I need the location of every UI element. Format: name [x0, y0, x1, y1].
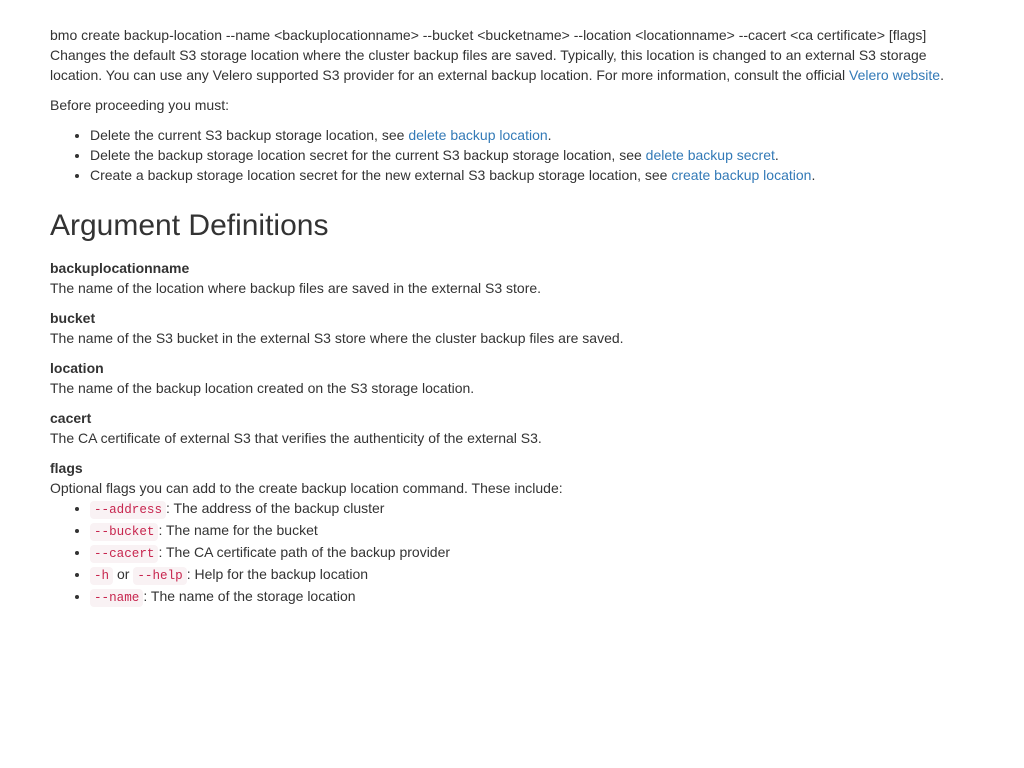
list-item: -h or --help: Help for the backup locati…: [90, 564, 974, 586]
flags-list: --address: The address of the backup clu…: [50, 498, 974, 608]
arg-term-cacert: cacert: [50, 408, 974, 428]
list-item: --cacert: The CA certificate path of the…: [90, 542, 974, 564]
arg-def-cacert: The CA certificate of external S3 that v…: [50, 428, 974, 448]
flag-code-address: --address: [90, 501, 166, 519]
arg-def-backuplocationname: The name of the location where backup fi…: [50, 278, 974, 298]
arg-term-flags: flags: [50, 458, 974, 478]
flag-code-help: --help: [133, 567, 186, 585]
delete-backup-location-link[interactable]: delete backup location: [408, 127, 547, 143]
desc-main: Changes the default S3 storage location …: [50, 47, 927, 83]
prereq-list: Delete the current S3 backup storage loc…: [50, 125, 974, 185]
flag-code-name: --name: [90, 589, 143, 607]
arg-term-bucket: bucket: [50, 308, 974, 328]
list-item: Delete the backup storage location secre…: [90, 145, 974, 165]
argument-definition-list: backuplocationname The name of the locat…: [50, 258, 974, 608]
period: .: [940, 67, 944, 83]
velero-website-link[interactable]: Velero website: [849, 67, 940, 83]
synopsis-line: bmo create backup-location --name <backu…: [50, 27, 926, 43]
arg-def-flags: Optional flags you can add to the create…: [50, 478, 974, 608]
list-item: --name: The name of the storage location: [90, 586, 974, 608]
list-item: Create a backup storage location secret …: [90, 165, 974, 185]
flag-code-bucket: --bucket: [90, 523, 158, 541]
arg-term-backuplocationname: backuplocationname: [50, 258, 974, 278]
arg-def-location: The name of the backup location created …: [50, 378, 974, 398]
list-item: --bucket: The name for the bucket: [90, 520, 974, 542]
delete-backup-secret-link[interactable]: delete backup secret: [646, 147, 775, 163]
arg-term-location: location: [50, 358, 974, 378]
before-proceed: Before proceeding you must:: [50, 95, 974, 115]
create-backup-location-link[interactable]: create backup location: [671, 167, 811, 183]
doc-page: bmo create backup-location --name <backu…: [0, 0, 1024, 653]
heading-argument-definitions: Argument Definitions: [50, 205, 974, 248]
arg-def-bucket: The name of the S3 bucket in the externa…: [50, 328, 974, 348]
flag-code-cacert: --cacert: [90, 545, 158, 563]
flag-code-h: -h: [90, 567, 113, 585]
list-item: --address: The address of the backup clu…: [90, 498, 974, 520]
list-item: Delete the current S3 backup storage loc…: [90, 125, 974, 145]
command-description: bmo create backup-location --name <backu…: [50, 25, 974, 85]
